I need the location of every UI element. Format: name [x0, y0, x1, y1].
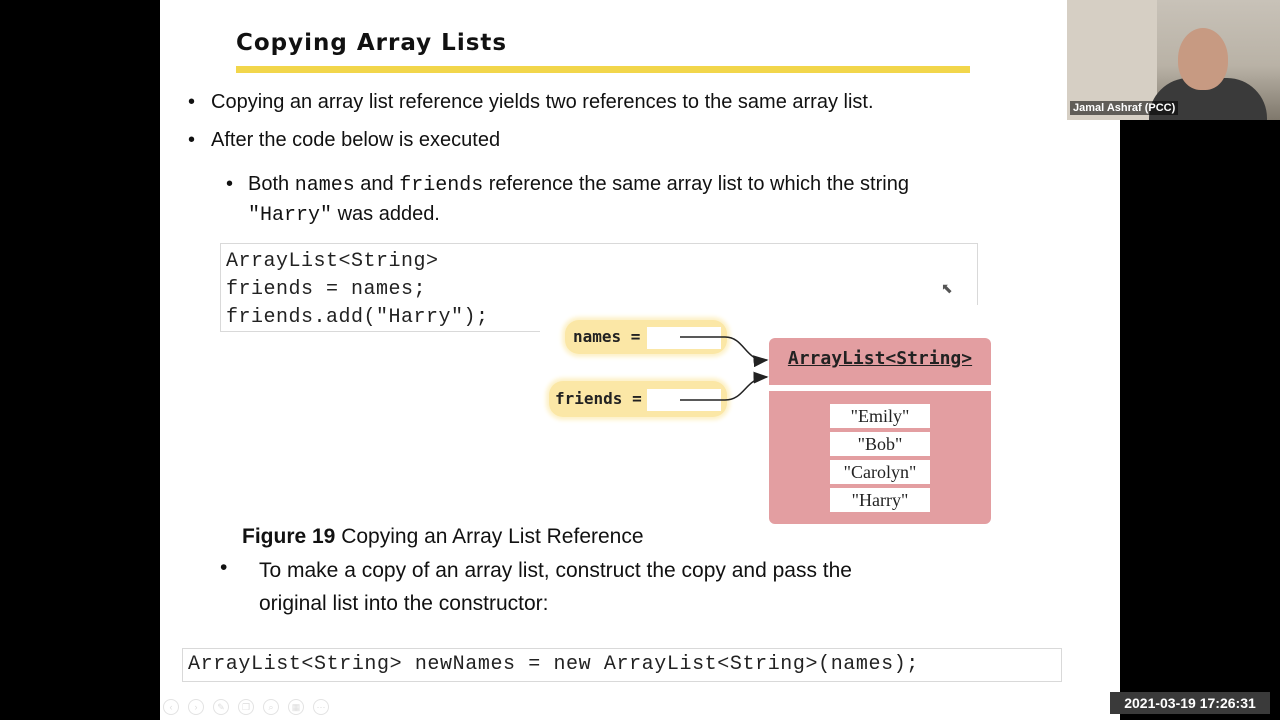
arraylist-object: ArrayList<String> "Emily" "Bob" "Carolyn…: [769, 338, 991, 524]
code-harry: "Harry": [248, 204, 333, 227]
participant-head: [1178, 28, 1228, 90]
code-line: ArrayList<String>: [226, 250, 439, 273]
arraylist-object-title: ArrayList<String>: [787, 348, 973, 369]
caption-label: Figure 19: [242, 525, 336, 548]
sub-bullet-text: and: [354, 173, 400, 195]
figure-caption: Figure 19 Copying an Array List Referenc…: [242, 525, 644, 549]
code-friends: friends: [399, 174, 484, 197]
list-element: "Bob": [830, 432, 930, 456]
bullet-dot: •: [226, 173, 234, 195]
sub-bullet: Both names and friends reference the sam…: [248, 170, 1048, 230]
code-line: friends.add("Harry");: [226, 306, 489, 329]
variable-friends-label: friends =: [555, 389, 642, 408]
object-separator: [769, 385, 991, 391]
mouse-cursor-icon: ⬉: [941, 280, 953, 296]
webcam-tile: Jamal Ashraf (PCC): [1067, 0, 1280, 120]
sub-bullet-text: Both: [248, 173, 295, 195]
bullet-3-line-2: original list into the constructor:: [259, 592, 549, 615]
bullet-dot: •: [220, 556, 228, 579]
variable-names-label: names =: [573, 327, 641, 346]
caption-text: Copying an Array List Reference: [335, 525, 644, 548]
sub-bullet-text: was added.: [332, 203, 440, 225]
code-block-copy: ArrayList<String> newNames = new ArrayLi…: [182, 648, 1062, 682]
arrow-friends: [680, 371, 769, 401]
recording-timestamp: 2021-03-19 17:26:31: [1110, 692, 1270, 714]
bullet-dot: •: [188, 91, 196, 113]
slide-title: Copying Array Lists: [236, 30, 508, 56]
list-element: "Harry": [830, 488, 930, 512]
bullet-3: To make a copy of an array list, constru…: [259, 554, 852, 620]
pen-icon[interactable]: ✎: [213, 699, 229, 715]
code-names: names: [294, 174, 355, 197]
list-element: "Carolyn": [830, 460, 930, 484]
reference-arrows: [680, 336, 769, 401]
bullet-1: Copying an array list reference yields t…: [211, 91, 874, 113]
slides-icon[interactable]: ▦: [288, 699, 304, 715]
title-underline: [236, 66, 970, 73]
code-line: friends = names;: [226, 278, 427, 301]
more-icon[interactable]: ⋯: [313, 699, 329, 715]
arrow-names: [680, 336, 769, 368]
sub-bullet-text: reference the same array list to which t…: [483, 173, 909, 195]
bullet-3-line-1: To make a copy of an array list, constru…: [259, 559, 852, 582]
bullet-dot: •: [188, 129, 196, 151]
next-icon[interactable]: ›: [188, 699, 204, 715]
zoom-icon[interactable]: ⌕: [263, 699, 279, 715]
code-line: ArrayList<String> newNames = new ArrayLi…: [188, 653, 919, 676]
copy-icon[interactable]: ❐: [238, 699, 254, 715]
participant-name: Jamal Ashraf (PCC): [1070, 101, 1179, 115]
bullet-2: After the code below is executed: [211, 129, 501, 151]
prev-icon[interactable]: ‹: [163, 699, 179, 715]
list-element: "Emily": [830, 404, 930, 428]
slide: Copying Array Lists • Copying an array l…: [160, 0, 1120, 720]
